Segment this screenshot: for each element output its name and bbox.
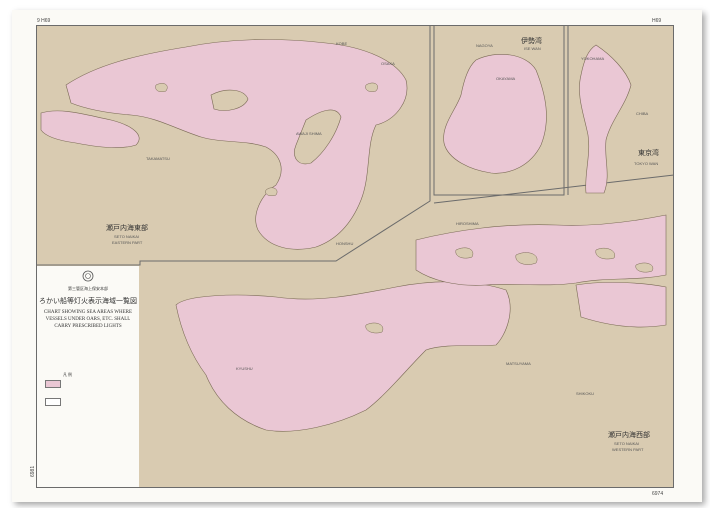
sea-area-west-channel xyxy=(40,110,140,148)
label-hiroshima: HIROSHIMA xyxy=(456,221,479,226)
legend-swatch-sea-area xyxy=(45,380,61,388)
inset-east-name-jp: 瀬戸内海東部 xyxy=(106,223,148,232)
label-kobe: KOBE xyxy=(336,41,347,46)
island-small-1 xyxy=(155,83,168,92)
inset-ise-name-en: ISE WAN xyxy=(524,46,541,51)
sea-area-west-right xyxy=(575,282,667,328)
emblem-icon xyxy=(82,270,94,282)
label-honshu: HONSHU xyxy=(336,241,353,246)
legend-label: 凡 例 xyxy=(63,372,72,377)
inset-tokyo-name-jp: 東京湾 xyxy=(638,148,659,157)
island-small-2 xyxy=(365,82,378,92)
top-right-number: H69 xyxy=(652,18,662,24)
label-takamatsu: TAKAMATSU xyxy=(146,156,170,161)
label-yokohama: YOKOHAMA xyxy=(581,56,604,61)
inset-east-name-en-2: EASTERN PART xyxy=(112,240,143,245)
bottom-right-number: 6974 xyxy=(652,491,664,497)
inset-west-name-en-2: WESTERN PART xyxy=(612,447,644,452)
inset-tokyo-name-en: TOKYO WAN xyxy=(634,161,658,166)
label-matsuyama: MATSUYAMA xyxy=(506,361,531,366)
label-osaka: OSAKA xyxy=(381,61,395,66)
sea-area-west-main xyxy=(175,281,511,432)
label-awaji: AWAJI SHIMA xyxy=(296,131,322,136)
label-shikoku: SHIKOKU xyxy=(576,391,594,396)
title-en-1: CHART SHOWING SEA AREAS WHERE xyxy=(43,310,133,315)
inset-east-name-en-1: SETO NAIKAI xyxy=(114,234,139,239)
inset-tokyo-wan: 東京湾 TOKYO WAN CHIBA YOKOHAMA xyxy=(579,44,659,194)
sea-area-west-upper xyxy=(415,214,667,286)
title-en-2: VESSELS UNDER OARS, ETC. SHALL xyxy=(45,317,131,322)
inset-ise-name-jp: 伊勢湾 xyxy=(521,36,542,45)
sea-area-tokyo-bay xyxy=(579,44,632,194)
authority: 第三管区海上保安本部 xyxy=(68,286,108,291)
island-west-4 xyxy=(635,262,654,273)
legend-swatch-outside xyxy=(45,398,61,406)
title-jp: ろかい船等灯火表示海域一覧図 xyxy=(39,297,137,305)
label-chiba: CHIBA xyxy=(636,111,649,116)
label-okayama: OKAYAMA xyxy=(496,76,516,81)
top-left-number: 9 H69 xyxy=(37,18,51,24)
inset-ise-wan: 伊勢湾 ISE WAN NAGOYA xyxy=(443,36,547,174)
inset-border-west xyxy=(433,174,674,204)
sea-area-ise-bay xyxy=(443,54,547,174)
label-nagoya: NAGOYA xyxy=(476,43,493,48)
inset-west-name-jp: 瀬戸内海西部 xyxy=(608,430,650,439)
title-block: 第三管区海上保安本部 ろかい船等灯火表示海域一覧図 CHART SHOWING … xyxy=(37,266,139,487)
label-kyushu: KYUSHU xyxy=(236,366,253,371)
title-en-3: CARRY PRESCRIBED LIGHTS xyxy=(54,324,122,329)
inset-west-name-en-1: SETO NAIKAI xyxy=(614,441,639,446)
island-small-3 xyxy=(265,187,278,197)
inset-seto-east: TAKAMATSU KOBE OSAKA AWAJI SHIMA 瀬戸内海東部 … xyxy=(40,39,408,250)
